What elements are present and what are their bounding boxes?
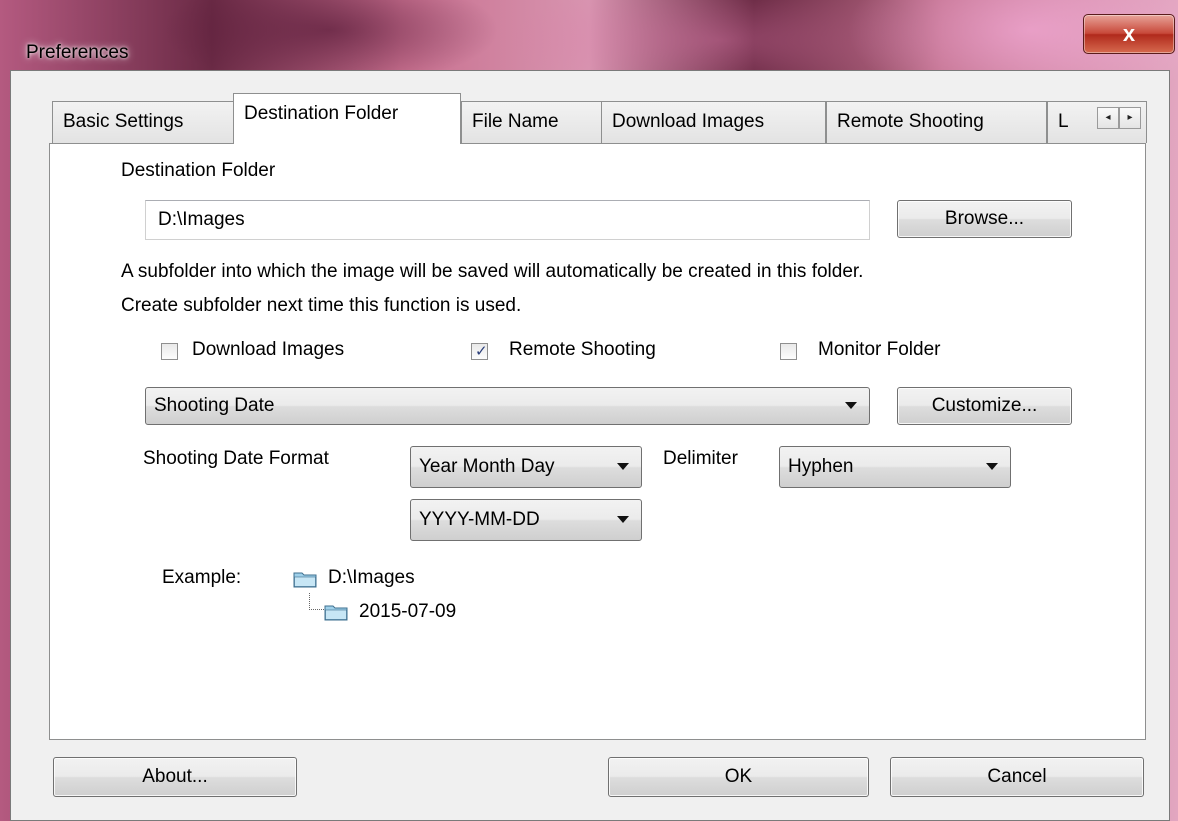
tab-label: Remote Shooting <box>837 111 984 132</box>
subfolder-info-text: A subfolder into which the image will be… <box>121 261 864 282</box>
subfolder-mode-dropdown[interactable]: Shooting Date <box>145 387 870 425</box>
right-arrow-icon: ▸ <box>1127 112 1133 123</box>
tab-file-name[interactable]: File Name <box>461 101 602 143</box>
chevron-down-icon <box>986 463 998 470</box>
delimiter-dropdown[interactable]: Hyphen <box>779 446 1011 488</box>
browse-button[interactable]: Browse... <box>897 200 1072 238</box>
cancel-button[interactable]: Cancel <box>890 757 1144 797</box>
example-label: Example: <box>162 567 242 588</box>
ok-button[interactable]: OK <box>608 757 869 797</box>
tab-basic-settings[interactable]: Basic Settings <box>52 101 234 143</box>
shooting-date-format-label: Shooting Date Format <box>143 448 329 469</box>
subfolder-next-time-text: Create subfolder next time this function… <box>121 295 522 316</box>
tab-label: Destination Folder <box>244 103 399 124</box>
about-button[interactable]: About... <box>53 757 297 797</box>
monitor-folder-label: Monitor Folder <box>818 339 941 360</box>
chevron-down-icon <box>845 402 857 409</box>
chevron-down-icon <box>617 463 629 470</box>
delimiter-value: Hyphen <box>788 456 854 477</box>
monitor-folder-checkbox[interactable] <box>780 343 797 360</box>
tab-scroll-right-button[interactable]: ▸ <box>1119 107 1141 129</box>
checkmark-icon: ✓ <box>475 343 488 360</box>
title-bar[interactable]: Preferences <box>0 12 1178 72</box>
download-images-label: Download Images <box>192 339 345 360</box>
delimiter-label: Delimiter <box>663 448 738 469</box>
example-subfolder: 2015-07-09 <box>359 601 457 622</box>
subfolder-mode-value: Shooting Date <box>154 395 275 416</box>
tab-label: File Name <box>472 111 559 132</box>
folder-icon <box>324 605 348 621</box>
date-pattern-dropdown[interactable]: YYYY-MM-DD <box>410 499 642 541</box>
window-title: Preferences <box>26 42 129 63</box>
destination-folder-panel: Destination Folder D:\Images Browse... A… <box>49 143 1146 740</box>
tab-label: Basic Settings <box>63 111 184 132</box>
tab-label: Download Images <box>612 111 765 132</box>
remote-shooting-label: Remote Shooting <box>509 339 656 360</box>
date-order-value: Year Month Day <box>419 456 555 477</box>
destination-path-input[interactable]: D:\Images <box>145 200 870 240</box>
remote-shooting-checkbox[interactable]: ✓ <box>471 343 488 360</box>
date-pattern-value: YYYY-MM-DD <box>419 509 540 530</box>
example-root-folder: D:\Images <box>328 567 415 588</box>
close-icon: x <box>1122 21 1136 46</box>
tab-scroll-left-button[interactable]: ◂ <box>1097 107 1119 129</box>
folder-icon <box>293 572 317 588</box>
customize-button[interactable]: Customize... <box>897 387 1072 425</box>
download-images-checkbox[interactable] <box>161 343 178 360</box>
tab-destination-folder[interactable]: Destination Folder <box>233 93 461 144</box>
close-button[interactable]: x <box>1083 14 1175 54</box>
date-order-dropdown[interactable]: Year Month Day <box>410 446 642 488</box>
tab-remote-shooting[interactable]: Remote Shooting <box>826 101 1047 143</box>
destination-heading: Destination Folder <box>121 160 276 181</box>
dialog-body: Basic Settings Destination Folder File N… <box>10 70 1170 821</box>
chevron-down-icon <box>617 516 629 523</box>
left-arrow-icon: ◂ <box>1105 112 1111 123</box>
tree-connector <box>309 593 324 610</box>
tab-label: L <box>1058 111 1069 132</box>
tab-download-images[interactable]: Download Images <box>601 101 826 143</box>
